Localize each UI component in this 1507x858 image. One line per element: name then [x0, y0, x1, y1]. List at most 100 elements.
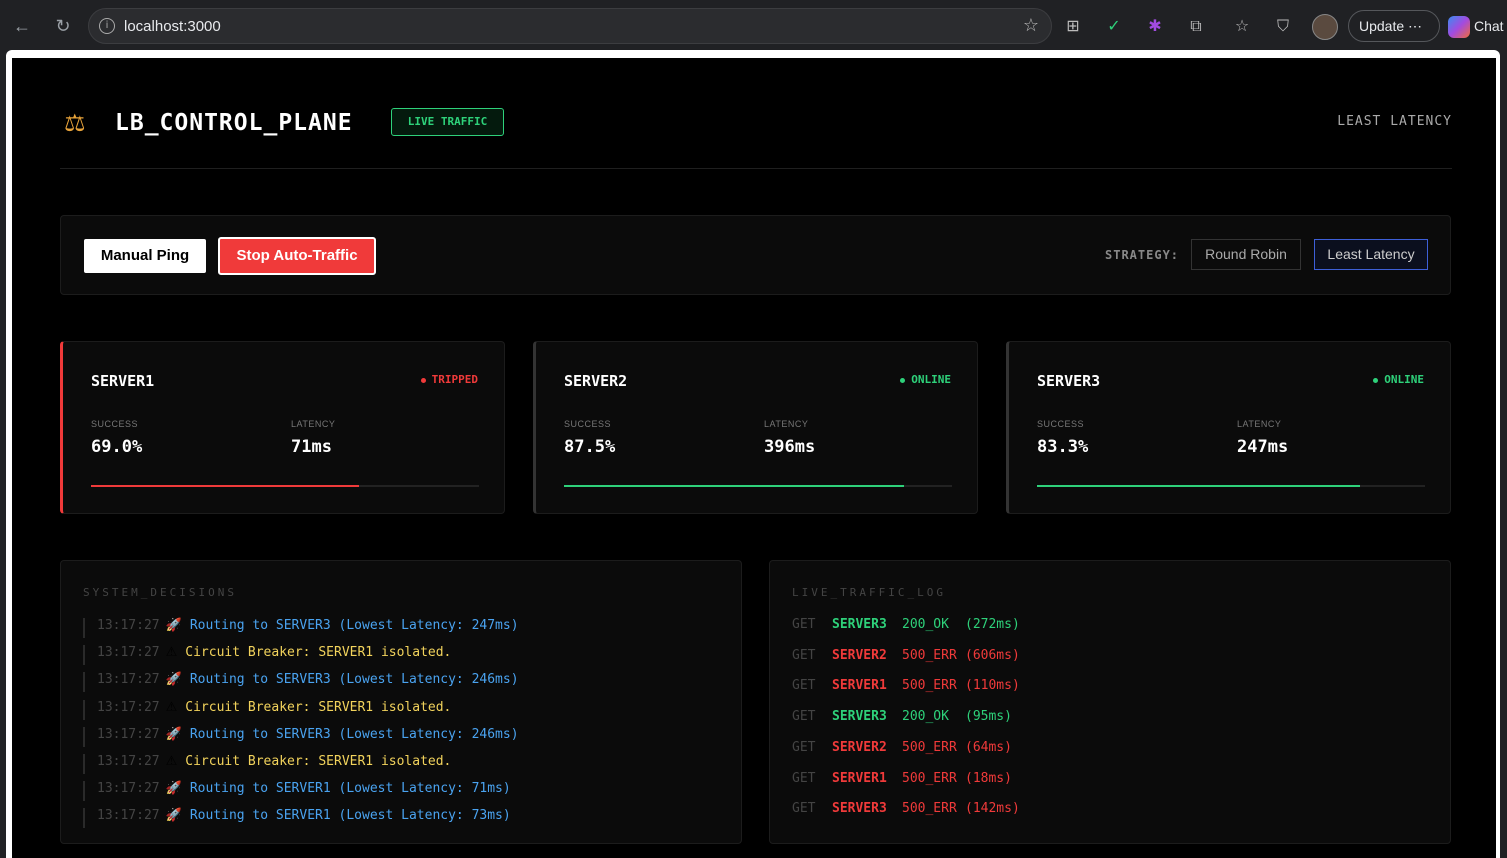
traffic-log-item: GET SERVER1 500_ERR (18ms)	[792, 771, 1012, 791]
status-dot-icon	[900, 377, 906, 383]
decision-text: Routing to SERVER1 (Lowest Latency: 73ms…	[189, 808, 511, 824]
server-card: SERVER1 TRIPPED SUCCESS LATENCY 69.0% 71…	[60, 341, 505, 514]
log-server: SERVER2	[832, 739, 887, 755]
server-card: SERVER3 ONLINE SUCCESS LATENCY 83.3% 247…	[1006, 341, 1451, 514]
success-label: SUCCESS	[1037, 419, 1085, 429]
address-bar[interactable]: i localhost:3000 ☆	[88, 8, 1052, 44]
strategy-label: STRATEGY:	[1105, 248, 1180, 262]
success-value: 83.3%	[1037, 437, 1089, 457]
latency-label: LATENCY	[291, 419, 336, 429]
traffic-log-item: GET SERVER3 200_OK (272ms)	[792, 617, 1020, 637]
favorites-icon[interactable]: ☆	[1231, 15, 1253, 37]
success-bar-fill	[564, 485, 904, 487]
manual-ping-button[interactable]: Manual Ping	[84, 239, 206, 273]
decision-text: Circuit Breaker: SERVER1 isolated.	[185, 754, 452, 769]
decision-time: 13:17:27	[97, 699, 160, 715]
current-strategy: LEAST LATENCY	[1337, 114, 1452, 129]
log-duration: (606ms)	[965, 647, 1020, 663]
decision-time: 13:17:27	[97, 754, 160, 769]
log-duration: (272ms)	[965, 617, 1020, 632]
server-name: SERVER3	[1037, 372, 1101, 390]
success-bar	[564, 485, 952, 487]
warning-icon: ⚠	[165, 754, 178, 769]
shield-icon[interactable]: ⛉	[1272, 15, 1294, 37]
dashboard-page: ⚖ LB_CONTROL_PLANE LIVE TRAFFIC LEAST LA…	[12, 58, 1496, 858]
decision-time: 13:17:27	[97, 726, 160, 742]
latency-label: LATENCY	[1237, 419, 1282, 429]
browser-toolbar: ← ↻ i localhost:3000 ☆ ⊞ ✓ ✱ ⧉ ☆ ⛉ Updat…	[0, 0, 1507, 52]
copilot-chat-button[interactable]: Chat	[1448, 10, 1507, 42]
extension-gear-icon[interactable]: ✱	[1144, 15, 1166, 37]
decision-item: 13:17:27 🚀 Routing to SERVER3 (Lowest Late…	[83, 672, 519, 693]
status-text: ONLINE	[1384, 373, 1424, 386]
rocket-icon: 🚀	[165, 726, 182, 742]
latency-label: LATENCY	[764, 419, 809, 429]
decision-item: 13:17:27 🚀 Routing to SERVER1 (Lowest Late…	[83, 781, 511, 802]
decision-time: 13:17:27	[97, 618, 160, 633]
traffic-log-item: GET SERVER2 500_ERR (606ms)	[792, 648, 1020, 668]
extensions-puzzle-icon[interactable]: ⧉	[1185, 15, 1207, 37]
decision-item: 13:17:27 ⚠ Circuit Breaker: SERVER1 isolat…	[83, 645, 451, 666]
log-server: SERVER3	[832, 709, 887, 725]
log-status-code: 500_ERR	[902, 678, 957, 694]
log-method: GET	[792, 709, 816, 725]
update-button[interactable]: Update ⋯	[1348, 10, 1440, 42]
status-text: ONLINE	[911, 373, 951, 386]
traffic-log-item: GET SERVER3 500_ERR (142ms)	[792, 801, 1020, 821]
least-latency-button[interactable]: Least Latency	[1314, 239, 1428, 270]
rocket-icon: 🚀	[165, 781, 182, 797]
split-screen-icon[interactable]: ⊞	[1062, 15, 1084, 37]
success-bar	[1037, 485, 1425, 487]
log-status-code: 500_ERR	[902, 770, 957, 786]
log-server: SERVER1	[832, 678, 887, 694]
decision-item: 13:17:27 ⚠ Circuit Breaker: SERVER1 isolat…	[83, 699, 452, 720]
panel-title: SYSTEM_DECISIONS	[83, 586, 237, 599]
log-duration: (95ms)	[965, 709, 1012, 725]
decision-item: 13:17:27 🚀 Routing to SERVER3 (Lowest Late…	[83, 726, 519, 747]
server-card: SERVER2 ONLINE SUCCESS LATENCY 87.5% 396…	[533, 341, 978, 514]
log-server: SERVER3	[832, 801, 887, 817]
log-duration: (142ms)	[965, 801, 1020, 817]
site-info-icon[interactable]: i	[99, 18, 115, 34]
traffic-log-item: GET SERVER1 500_ERR (110ms)	[792, 678, 1020, 698]
success-value: 69.0%	[91, 437, 143, 457]
decision-text: Circuit Breaker: SERVER1 isolated.	[185, 699, 452, 715]
decision-time: 13:17:27	[97, 781, 160, 797]
extension-check-icon[interactable]: ✓	[1103, 15, 1125, 37]
server-name: SERVER2	[564, 372, 628, 390]
log-status-code: 500_ERR	[902, 647, 957, 663]
header: ⚖ LB_CONTROL_PLANE LIVE TRAFFIC LEAST LA…	[60, 58, 1452, 169]
more-icon: ⋯	[1408, 18, 1423, 34]
back-icon[interactable]: ←	[10, 14, 34, 38]
decision-text: Routing to SERVER1 (Lowest Latency: 71ms…	[189, 781, 511, 797]
warning-icon: ⚠	[165, 699, 178, 715]
control-bar: Manual Ping Stop Auto-Traffic STRATEGY: …	[60, 215, 1451, 295]
reload-icon[interactable]: ↻	[51, 14, 75, 38]
profile-avatar[interactable]	[1312, 14, 1338, 40]
log-status-code: 200_OK	[902, 617, 949, 632]
success-bar-fill	[1037, 485, 1361, 487]
latency-value: 396ms	[764, 437, 816, 457]
decision-time: 13:17:27	[97, 672, 160, 688]
decision-item: 13:17:27 🚀 Routing to SERVER3 (Lowest Late…	[83, 618, 519, 638]
live-traffic-log-panel: LIVE_TRAFFIC_LOG GET SERVER3 200_OK (272ms)…	[769, 560, 1451, 844]
rocket-icon: 🚀	[165, 672, 182, 688]
success-bar	[91, 485, 479, 487]
log-method: GET	[792, 770, 816, 786]
round-robin-button[interactable]: Round Robin	[1191, 239, 1301, 270]
decision-text: Routing to SERVER3 (Lowest Latency: 246m…	[189, 672, 519, 688]
live-traffic-badge: LIVE TRAFFIC	[391, 108, 504, 136]
success-label: SUCCESS	[564, 419, 612, 429]
decision-item: 13:17:27 ⚠ Circuit Breaker: SERVER1 isolat…	[83, 754, 451, 774]
bookmark-star-icon[interactable]: ☆	[1023, 15, 1039, 36]
stop-auto-traffic-button[interactable]: Stop Auto-Traffic	[218, 237, 376, 275]
log-method: GET	[792, 801, 816, 817]
log-method: GET	[792, 739, 816, 755]
server-name: SERVER1	[91, 372, 155, 390]
latency-value: 71ms	[291, 437, 332, 457]
chat-label: Chat	[1474, 18, 1504, 34]
system-decisions-panel: SYSTEM_DECISIONS 13:17:27 🚀 Routing to SER…	[60, 560, 742, 844]
url-text: localhost:3000	[124, 18, 221, 35]
log-method: GET	[792, 647, 816, 663]
log-status-code: 200_OK	[902, 709, 949, 725]
